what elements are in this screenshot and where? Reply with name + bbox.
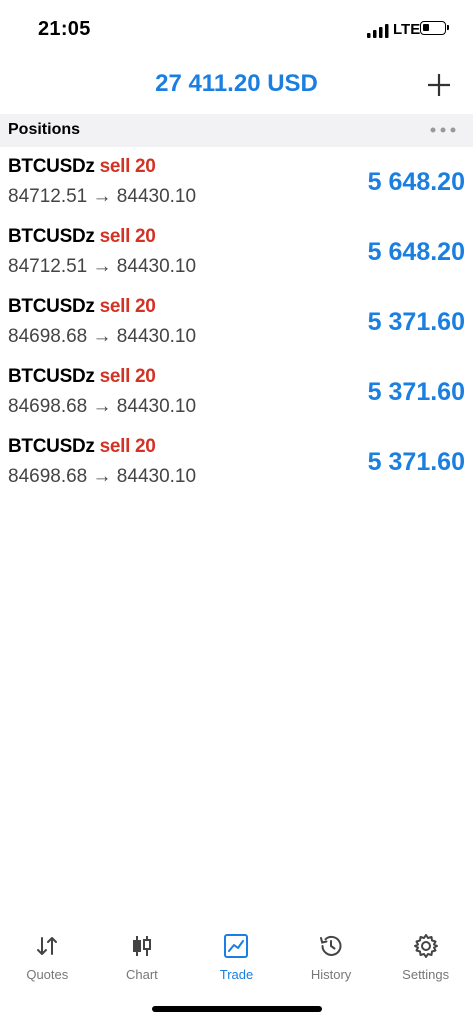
tab-chart[interactable]: Chart xyxy=(95,925,190,995)
position-row[interactable]: BTCUSDz sell 20 84712.51 → 84430.10 5 64… xyxy=(0,220,473,290)
add-order-button[interactable] xyxy=(424,70,454,100)
position-side: sell 20 xyxy=(99,366,156,387)
position-prices: 84698.68 → 84430.10 xyxy=(8,466,197,487)
trend-line-icon xyxy=(224,934,249,958)
position-title: BTCUSDz sell 20 xyxy=(8,366,156,388)
position-side: sell 20 xyxy=(99,226,156,247)
carrier-label: LTE xyxy=(393,21,421,38)
position-profit: 5 648.20 xyxy=(367,238,465,266)
header: 27 411.20 USD xyxy=(0,60,473,110)
signal-bars-icon xyxy=(367,24,389,38)
tab-trade[interactable]: Trade xyxy=(189,925,284,995)
tab-label: History xyxy=(310,967,352,982)
battery-icon xyxy=(420,21,449,35)
position-row[interactable]: BTCUSDz sell 20 84712.51 → 84430.10 5 64… xyxy=(0,150,473,220)
position-row[interactable]: BTCUSDz sell 20 84698.68 → 84430.10 5 37… xyxy=(0,290,473,360)
gear-icon xyxy=(413,934,438,958)
position-prices: 84712.51 → 84430.10 xyxy=(8,186,197,207)
position-row[interactable]: BTCUSDz sell 20 84698.68 → 84430.10 5 37… xyxy=(0,360,473,430)
position-title: BTCUSDz sell 20 xyxy=(8,436,156,458)
quotes-arrows-icon xyxy=(37,937,58,955)
position-side: sell 20 xyxy=(99,436,156,457)
position-profit: 5 371.60 xyxy=(367,448,465,476)
tab-label: Quotes xyxy=(26,967,69,982)
position-side: sell 20 xyxy=(99,296,156,317)
status-time: 21:05 xyxy=(38,18,91,40)
position-row[interactable]: BTCUSDz sell 20 84698.68 → 84430.10 5 37… xyxy=(0,430,473,500)
tab-label: Trade xyxy=(219,967,254,982)
position-title: BTCUSDz sell 20 xyxy=(8,226,156,248)
position-symbol: BTCUSDz xyxy=(8,226,95,247)
positions-section-header: Positions xyxy=(0,114,473,147)
position-title: BTCUSDz sell 20 xyxy=(8,156,156,178)
home-indicator xyxy=(152,1006,322,1012)
tab-settings[interactable]: Settings xyxy=(378,925,473,995)
position-profit: 5 371.60 xyxy=(367,308,465,336)
status-bar: 21:05 LTE xyxy=(0,0,473,60)
tab-label: Chart xyxy=(125,967,158,982)
tab-quotes[interactable]: Quotes xyxy=(0,925,95,995)
position-symbol: BTCUSDz xyxy=(8,156,95,177)
position-symbol: BTCUSDz xyxy=(8,436,95,457)
position-title: BTCUSDz sell 20 xyxy=(8,296,156,318)
position-side: sell 20 xyxy=(99,156,156,177)
tab-label: Settings xyxy=(402,967,450,982)
position-prices: 84712.51 → 84430.10 xyxy=(8,256,197,277)
more-options-icon[interactable] xyxy=(428,122,458,138)
account-balance: 27 411.20 USD xyxy=(155,70,318,97)
candlestick-icon xyxy=(132,936,151,956)
position-prices: 84698.68 → 84430.10 xyxy=(8,396,197,417)
positions-list: BTCUSDz sell 20 84712.51 → 84430.10 5 64… xyxy=(0,150,473,500)
bottom-tab-bar: Quotes Chart Trade History Settings xyxy=(0,925,473,995)
position-symbol: BTCUSDz xyxy=(8,366,95,387)
section-title: Positions xyxy=(8,121,81,138)
position-prices: 84698.68 → 84430.10 xyxy=(8,326,197,347)
position-symbol: BTCUSDz xyxy=(8,296,95,317)
tab-history[interactable]: History xyxy=(284,925,379,995)
position-profit: 5 371.60 xyxy=(367,378,465,406)
position-profit: 5 648.20 xyxy=(367,168,465,196)
history-clock-icon xyxy=(320,935,342,956)
